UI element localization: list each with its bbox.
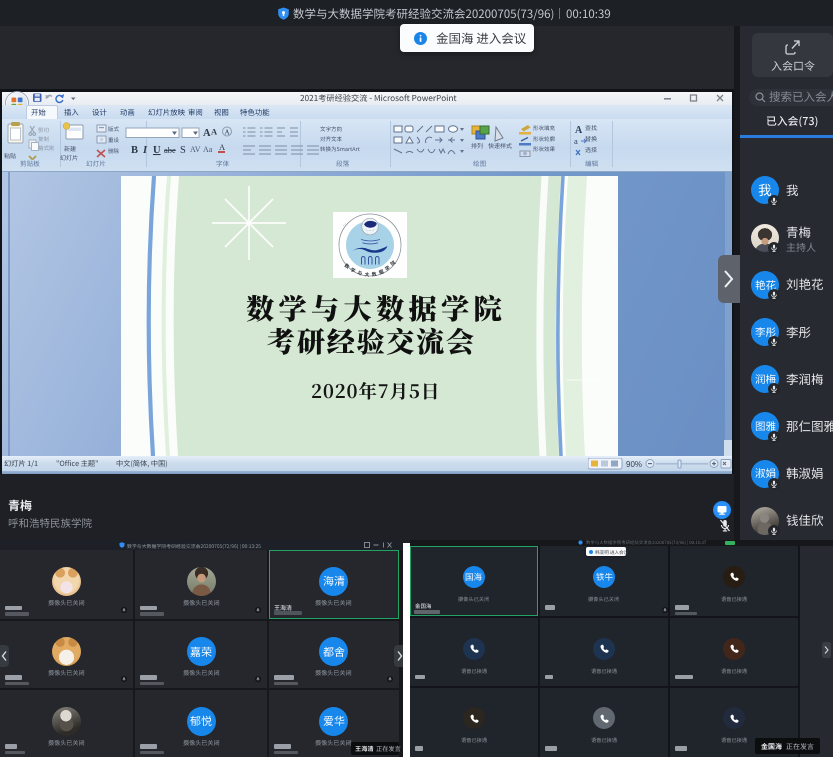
svg-text:abe: abe	[164, 145, 176, 155]
svg-text:A: A	[575, 125, 583, 136]
svg-text:A: A	[225, 129, 230, 137]
svg-text:AV: AV	[190, 145, 201, 154]
svg-text:90%: 90%	[626, 460, 642, 469]
svg-text:I: I	[142, 145, 148, 156]
svg-text:U: U	[153, 145, 161, 156]
svg-text:S: S	[180, 145, 186, 156]
svg-text:A: A	[203, 128, 211, 139]
svg-text:A: A	[219, 142, 226, 152]
svg-text:a: a	[574, 136, 578, 146]
svg-text:Aa: Aa	[203, 145, 213, 154]
svg-text:B: B	[131, 145, 138, 156]
svg-text:A: A	[211, 127, 218, 137]
